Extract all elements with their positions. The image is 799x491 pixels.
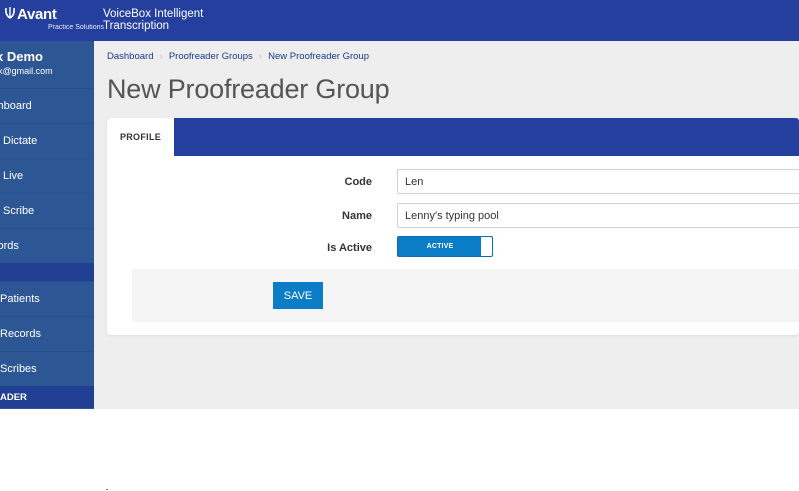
form-card: PROFILE Code Len Name Lenny's typing poo… xyxy=(107,118,799,335)
sidebar-item-label: Records xyxy=(0,328,41,340)
sidebar-item-patients[interactable]: Patients xyxy=(0,281,94,316)
avant-logo-icon xyxy=(4,6,16,24)
sidebar-item-label: Patients xyxy=(0,293,40,305)
sidebar-item-label: cords xyxy=(0,240,19,252)
breadcrumb-separator: › xyxy=(258,51,263,62)
sidebar-item-label: w Live xyxy=(0,170,24,182)
breadcrumb: Dashboard › Proofreader Groups › New Pro… xyxy=(107,51,369,62)
form-actions: SAVE xyxy=(132,269,799,322)
sidebar: x Demo x@gmail.com shboard w Dictate w L… xyxy=(0,41,94,409)
sidebar-item-dashboard[interactable]: shboard xyxy=(0,88,94,123)
sidebar-item-new-scribe[interactable]: w Scribe xyxy=(0,193,94,228)
user-info: x Demo x@gmail.com xyxy=(0,41,94,88)
toggle-state-text: ACTIVE xyxy=(426,243,454,250)
save-button[interactable]: SAVE xyxy=(273,282,323,309)
stray-mark xyxy=(106,489,108,490)
sidebar-item-label: Scribes xyxy=(0,363,37,375)
code-label: Code xyxy=(344,176,373,188)
breadcrumb-current: New Proofreader Group xyxy=(268,51,369,62)
code-field[interactable]: Len xyxy=(397,169,799,194)
tab-bar: PROFILE xyxy=(107,118,799,156)
sidebar-item-new-live[interactable]: w Live xyxy=(0,158,94,193)
name-field[interactable]: Lenny's typing pool xyxy=(397,203,799,228)
is-active-label: Is Active xyxy=(327,242,372,254)
sidebar-item-new-dictate[interactable]: w Dictate xyxy=(0,123,94,158)
sidebar-section-divider xyxy=(0,263,94,281)
logo-text: Avant xyxy=(17,6,57,23)
name-label: Name xyxy=(342,210,372,222)
toggle-knob xyxy=(481,237,492,256)
brand-logo[interactable]: Avant Practice Solutions xyxy=(4,6,104,32)
logo-subtext: Practice Solutions xyxy=(48,24,105,31)
sidebar-item-label: w Scribe xyxy=(0,205,35,217)
tab-profile[interactable]: PROFILE xyxy=(107,118,174,156)
sidebar-item-scribes[interactable]: Scribes xyxy=(0,351,94,386)
user-email: x@gmail.com xyxy=(0,66,53,76)
sidebar-item-records[interactable]: cords xyxy=(0,228,94,263)
top-header: Avant Practice Solutions VoiceBox Intell… xyxy=(0,0,799,41)
sidebar-section-header: ADER xyxy=(0,386,94,408)
page-title: New Proofreader Group xyxy=(107,74,390,104)
sidebar-item-all-records[interactable]: Records xyxy=(0,316,94,351)
breadcrumb-separator: › xyxy=(159,51,163,62)
breadcrumb-proofreader-groups[interactable]: Proofreader Groups xyxy=(169,51,253,62)
sidebar-item-label: w Dictate xyxy=(0,135,38,147)
user-name: x Demo xyxy=(0,49,43,64)
breadcrumb-dashboard[interactable]: Dashboard xyxy=(107,51,153,62)
is-active-toggle[interactable]: ACTIVE xyxy=(397,236,493,257)
app-title: VoiceBox Intelligent Transcription xyxy=(103,8,204,32)
sidebar-item-label: shboard xyxy=(0,100,32,112)
